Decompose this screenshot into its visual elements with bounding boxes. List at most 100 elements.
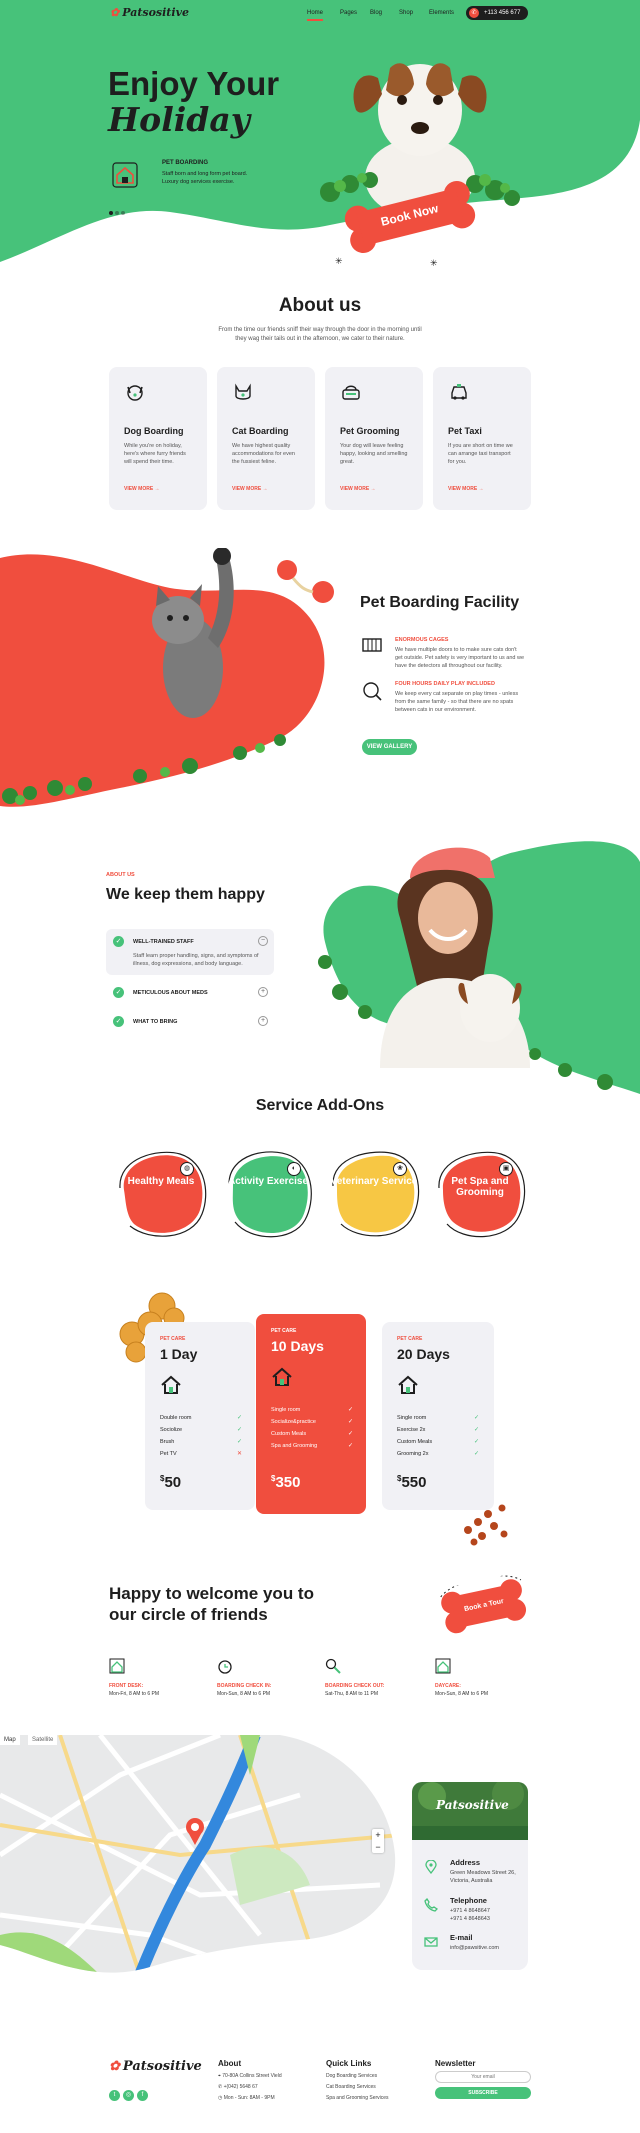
view-more-link[interactable]: VIEW MORE →: [448, 486, 484, 492]
location-icon: [425, 1860, 437, 1874]
accordion-item-3[interactable]: ✓ WHAT TO BRING +: [106, 1013, 274, 1031]
plan-row: Spa and Grooming ✓: [271, 1443, 353, 1449]
book-a-tour-button[interactable]: Book a Tour: [440, 1575, 530, 1636]
house-icon: [435, 1658, 451, 1674]
plan-price: $350: [271, 1474, 301, 1491]
view-more-link[interactable]: VIEW MORE →: [124, 486, 160, 492]
plan-row: Brush ✓: [160, 1439, 242, 1445]
newsletter-email-input[interactable]: [435, 2071, 531, 2083]
plan-row: Socialize&practice ✓: [271, 1419, 353, 1425]
nav-shop[interactable]: Shop: [399, 10, 413, 16]
expand-icon[interactable]: +: [258, 1016, 268, 1026]
subscribe-button[interactable]: SUBSCRIBE: [435, 2087, 531, 2099]
addon-healthy-meals[interactable]: Healthy Meals ◍: [114, 1150, 208, 1238]
zoom-in-button[interactable]: +: [372, 1829, 384, 1841]
email-link[interactable]: info@pawsitive.com: [450, 1945, 499, 1951]
map-zoom-controls: + −: [372, 1829, 384, 1853]
service-card-cat[interactable]: Cat Boarding We have highest quality acc…: [217, 367, 315, 510]
nav-pages[interactable]: Pages: [340, 10, 357, 16]
about-intro: From the time our friends sniff their wa…: [218, 327, 422, 342]
footer-logo[interactable]: ✿ Patsositive: [109, 2059, 202, 2074]
top-nav: ✿ Patsositive Home Pages Blog Shop Elemen…: [0, 6, 640, 28]
addon-activity-exercise[interactable]: Activity Exercise ◐: [221, 1150, 315, 1238]
hero-feature-title: PET BOARDING: [162, 160, 209, 166]
paw-icon: ✿: [109, 2059, 120, 2074]
phone-icon: ✆: [469, 8, 479, 18]
house-icon: [161, 1375, 181, 1394]
hours-check-out: BOARDING CHECK OUT: Sat-Thu, 8 AM to 11 P…: [325, 1658, 425, 1697]
service-card-taxi[interactable]: Pet Taxi If you are short on time we can…: [433, 367, 531, 510]
nav-logo[interactable]: ✿ Patsositive: [110, 6, 189, 19]
welcome-title: Happy to welcome you to our circle of fri…: [109, 1584, 314, 1624]
plan-card-10-days[interactable]: PET CARE 10 Days Single room ✓ Socialize&…: [256, 1314, 366, 1514]
check-icon: ✓: [113, 1016, 124, 1027]
footer-links-title: Quick Links: [326, 2059, 372, 2068]
plan-row: Sociolize ✓: [160, 1427, 242, 1433]
ball-icon: ◐: [287, 1162, 301, 1176]
phone-icon: [424, 1898, 438, 1912]
happy-eyebrow: ABOUT US: [106, 872, 135, 878]
accordion-item-2[interactable]: ✓ METICULOUS ABOUT MEDS +: [106, 984, 274, 1002]
facility-item-1-label: ENORMOUS CAGES: [395, 637, 449, 643]
plan-price: $50: [160, 1474, 182, 1491]
addons-title: Service Add-Ons: [255, 1097, 385, 1114]
map-tab-map[interactable]: Map: [0, 1735, 20, 1745]
zoom-out-button[interactable]: −: [372, 1841, 384, 1853]
footer-link[interactable]: Cat Boarding Services: [326, 2084, 376, 2090]
slider-dots[interactable]: [109, 202, 125, 220]
instagram-icon[interactable]: ◎: [123, 2090, 134, 2101]
service-card-dog[interactable]: Dog Boarding While you're on holiday, he…: [109, 367, 207, 510]
view-gallery-button[interactable]: VIEW GALLERY: [362, 739, 417, 755]
dog-icon: [127, 385, 143, 401]
paw-icon: ❀: [393, 1162, 407, 1176]
phone-pill[interactable]: ✆ +113 456 677: [466, 6, 528, 20]
footer-link[interactable]: Dog Boarding Services: [326, 2073, 377, 2079]
footer-phone[interactable]: ✆ +(042) 5648 67: [218, 2084, 258, 2090]
view-more-link[interactable]: VIEW MORE →: [232, 486, 268, 492]
search-icon: [325, 1658, 341, 1674]
plan-card-1-day[interactable]: PET CARE 1 Day Double room ✓ Sociolize ✓ B…: [145, 1322, 255, 1510]
addon-veterinary-service[interactable]: Veterinary Service ❀: [327, 1150, 421, 1238]
food-icon: ◍: [180, 1162, 194, 1176]
footer-about-title: About: [218, 2059, 242, 2068]
footer-link[interactable]: Spa and Grooming Services: [326, 2095, 389, 2101]
taxi-icon: [451, 384, 467, 400]
view-more-link[interactable]: VIEW MORE →: [340, 486, 376, 492]
expand-icon[interactable]: +: [258, 987, 268, 997]
hours-daycare: DAYCARE: Mon-Sun, 8 AM to 6 PM: [435, 1658, 535, 1697]
service-card-grooming[interactable]: Pet Grooming Your dog will leave feeling…: [325, 367, 423, 510]
nav-elements[interactable]: Elements: [429, 10, 454, 16]
hours-check-in: BOARDING CHECK IN: Mon-Sun, 8 AM to 6 PM: [217, 1658, 317, 1697]
hero-feature-text: Staff born and long form pet board. Luxur…: [162, 171, 248, 185]
plan-row: Custom Meals ✓: [397, 1439, 479, 1445]
blob-shape: [228, 1151, 312, 1238]
collapse-icon[interactable]: −: [258, 936, 268, 946]
paw-icon: ✿: [110, 6, 120, 19]
plan-price: $550: [397, 1474, 427, 1491]
plan-row: Custom Meals ✓: [271, 1431, 353, 1437]
addon-pet-spa-grooming[interactable]: Pet Spa and Grooming ▣: [433, 1150, 527, 1238]
sparkle-icon: ✳: [335, 256, 343, 266]
woman-with-dog-image: [380, 847, 530, 1068]
nav-blog[interactable]: Blog: [370, 10, 382, 16]
facility-title: Pet Boarding Facility: [360, 594, 520, 611]
social-links: t ◎ f: [109, 2083, 148, 2101]
hours-front-desk: FRONT DESK: Mon-Fri, 8 AM to 6 PM: [109, 1658, 209, 1697]
plan-card-20-days[interactable]: PET CARE 20 Days Single room ✓ Exercise 2…: [382, 1322, 494, 1510]
plan-row: Single room ✓: [397, 1415, 479, 1421]
nav-home[interactable]: Home: [307, 10, 323, 16]
facility-item-2-text: We keep every cat separate on play times…: [395, 691, 519, 713]
cage-icon: [362, 638, 382, 652]
house-icon: [398, 1375, 418, 1394]
footer-address: ⌖ 70-80A Collins Street Vield: [218, 2073, 282, 2079]
house-icon: [109, 1658, 125, 1674]
facebook-icon[interactable]: f: [137, 2090, 148, 2101]
map-tab-satellite[interactable]: Satellite: [28, 1735, 58, 1745]
happy-title: We keep them happy: [106, 886, 265, 903]
accordion-item-1[interactable]: ✓ WELL-TRAINED STAFF − Staff learn prope…: [106, 929, 274, 975]
map-view[interactable]: [0, 1735, 400, 1975]
check-icon: ✓: [113, 936, 124, 947]
basket-icon: ▣: [499, 1162, 513, 1176]
cat-icon: [235, 383, 251, 400]
twitter-icon[interactable]: t: [109, 2090, 120, 2101]
